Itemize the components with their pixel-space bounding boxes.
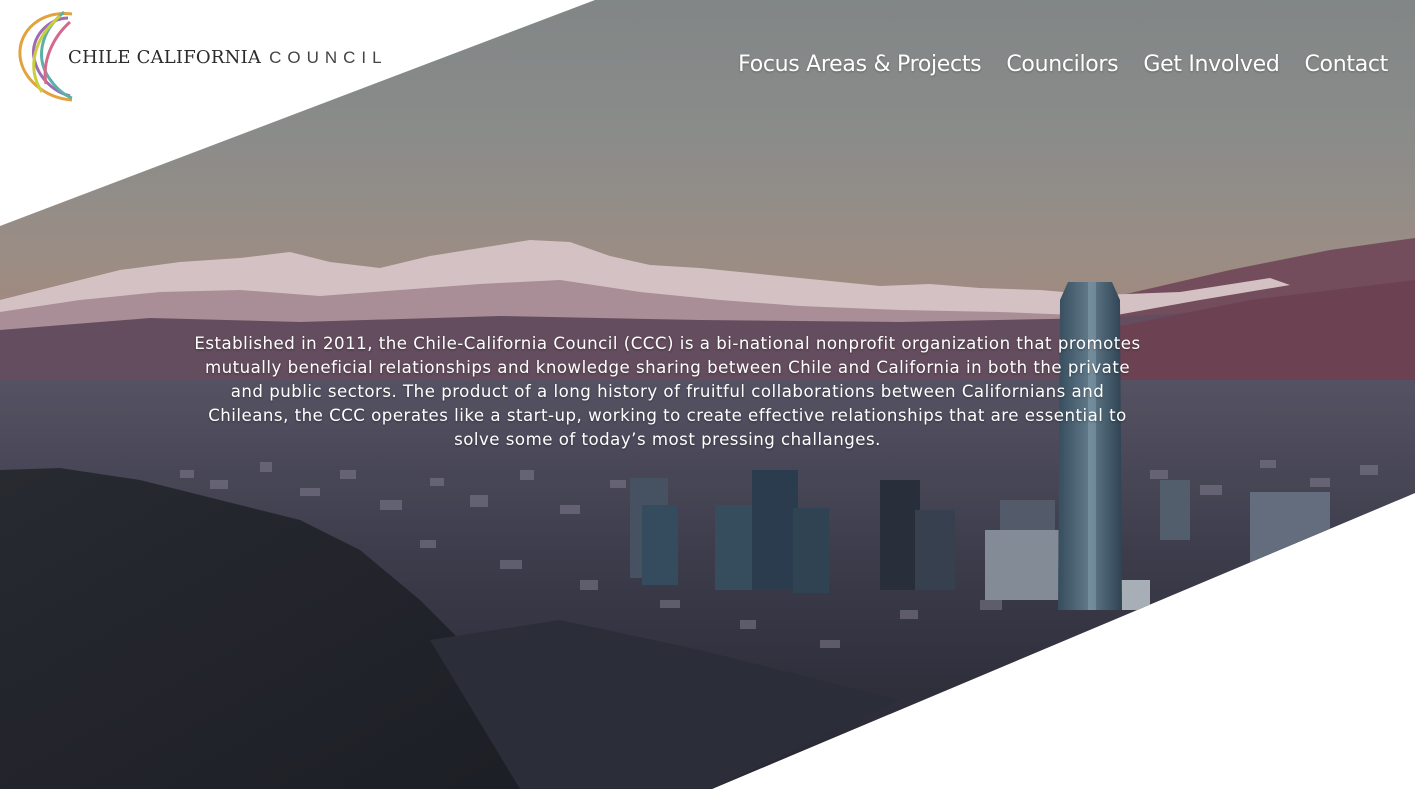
brand-name-light: COUNCIL [269, 47, 388, 67]
home-page: CHILE CALIFORNIA COUNCIL Focus Areas & Pr… [0, 0, 1415, 789]
main-nav: Focus Areas & Projects Councilors Get In… [738, 52, 1388, 77]
site-logo[interactable]: CHILE CALIFORNIA COUNCIL [12, 8, 388, 104]
nav-focus-areas-projects[interactable]: Focus Areas & Projects [738, 52, 982, 77]
nav-councilors[interactable]: Councilors [1006, 52, 1118, 77]
nav-contact[interactable]: Contact [1305, 52, 1389, 77]
brand-wordmark: CHILE CALIFORNIA COUNCIL [68, 47, 388, 68]
brand-name: CHILE CALIFORNIA [68, 46, 262, 68]
nav-get-involved[interactable]: Get Involved [1143, 52, 1279, 77]
intro-paragraph: Established in 2011, the Chile-Californi… [194, 334, 1141, 449]
ccc-ribbon-logo-icon [18, 10, 73, 102]
